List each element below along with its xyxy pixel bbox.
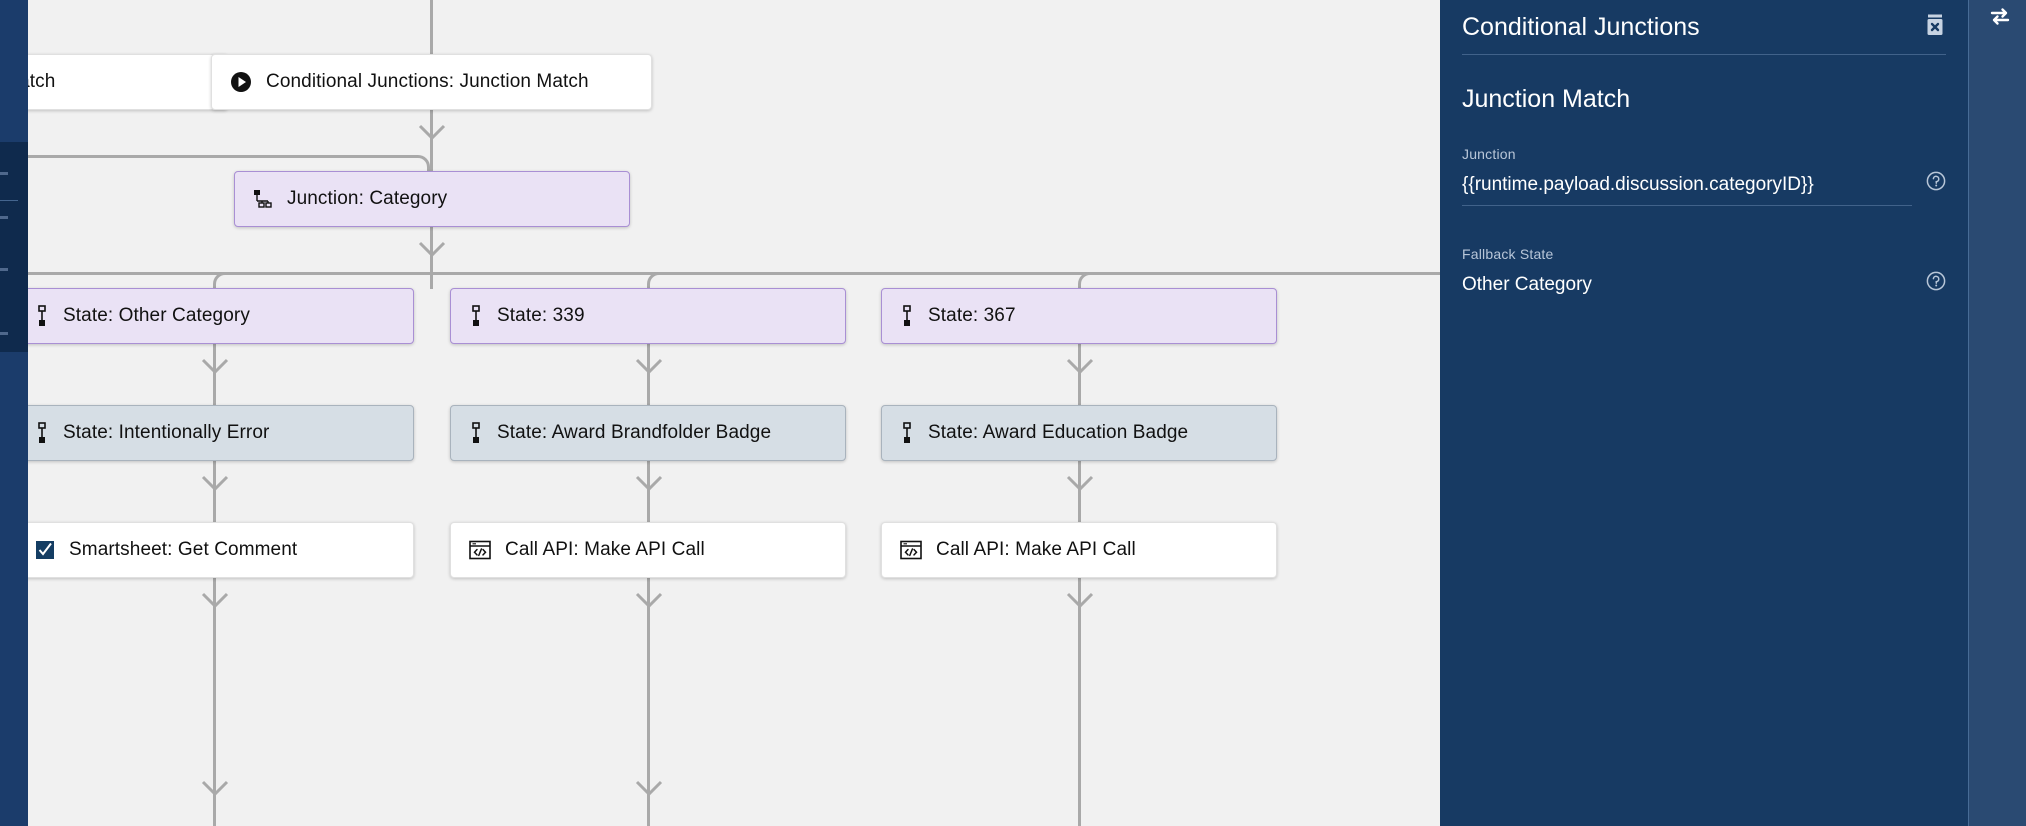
node-state-339[interactable]: State: 339 — [450, 288, 846, 344]
smartsheet-icon — [35, 540, 55, 560]
connector-trunk-top — [430, 0, 433, 54]
left-rail-item-4[interactable] — [0, 332, 8, 335]
connector-c3-r3-down — [1078, 578, 1081, 826]
left-rail-item-2[interactable] — [0, 216, 8, 219]
node-label: Junction: Category — [287, 188, 448, 209]
arrow-down-icon — [201, 592, 229, 609]
node-state-367[interactable]: State: 367 — [881, 288, 1277, 344]
state-pin-icon — [469, 422, 483, 444]
node-label: Call API: Make API Call — [505, 539, 705, 560]
right-tool-strip — [1968, 0, 2026, 826]
left-rail-divider — [0, 200, 18, 201]
node-label: Call API: Make API Call — [936, 539, 1136, 560]
arrow-down-icon — [1066, 358, 1094, 375]
node-state-other-category[interactable]: State: Other Category — [28, 288, 414, 344]
left-rail-item-3[interactable] — [0, 268, 8, 271]
field-label: Fallback State — [1462, 246, 1554, 262]
call-api-icon — [469, 540, 491, 560]
node-conditional-junctions-junction-match[interactable]: Conditional Junctions: Junction Match — [211, 54, 652, 110]
node-clipped-junction-match[interactable]: ...ction Match — [28, 54, 228, 110]
panel-subtitle: Junction Match — [1462, 85, 1631, 113]
node-state-award-education-badge[interactable]: State: Award Education Badge — [881, 405, 1277, 461]
properties-panel: Conditional Junctions Junction Match Jun… — [1440, 0, 1968, 826]
junction-icon — [253, 189, 273, 209]
node-call-api-make-api-call-2[interactable]: Call API: Make API Call — [881, 522, 1277, 578]
help-circle-icon[interactable] — [1926, 171, 1946, 196]
trash-delete-icon[interactable] — [1924, 13, 1946, 42]
arrow-down-icon — [635, 358, 663, 375]
node-state-intentionally-error[interactable]: State: Intentionally Error — [28, 405, 414, 461]
junction-input[interactable]: {{runtime.payload.discussion.categoryID}… — [1462, 174, 1912, 206]
node-smartsheet-get-comment[interactable]: Smartsheet: Get Comment — [28, 522, 414, 578]
panel-title: Conditional Junctions — [1462, 12, 1700, 41]
node-label: Conditional Junctions: Junction Match — [266, 71, 589, 92]
arrow-down-icon — [201, 358, 229, 375]
panel-header-divider — [1462, 54, 1946, 55]
field-junction: Junction {{runtime.payload.discussion.ca… — [1462, 146, 1946, 206]
arrow-down-icon — [201, 780, 229, 797]
call-api-icon — [900, 540, 922, 560]
node-label: State: 339 — [497, 305, 585, 326]
arrow-down-icon — [1066, 475, 1094, 492]
node-label: ...ction Match — [28, 71, 56, 92]
connector-distribution-bus — [28, 272, 1440, 275]
field-label: Junction — [1462, 146, 1516, 162]
node-state-award-brandfolder-badge[interactable]: State: Award Brandfolder Badge — [450, 405, 846, 461]
arrow-down-icon — [635, 780, 663, 797]
arrow-down-icon — [1066, 592, 1094, 609]
fallback-state-value[interactable]: Other Category — [1462, 274, 1912, 306]
node-label: State: Intentionally Error — [63, 422, 270, 443]
arrow-down-icon — [635, 592, 663, 609]
help-circle-icon[interactable] — [1926, 271, 1946, 296]
state-pin-icon — [35, 305, 49, 327]
properties-panel-header: Conditional Junctions — [1462, 0, 1946, 54]
arrow-down-icon — [418, 124, 446, 141]
arrow-down-icon — [418, 241, 446, 258]
arrow-down-icon — [635, 475, 663, 492]
node-call-api-make-api-call-1[interactable]: Call API: Make API Call — [450, 522, 846, 578]
left-rail-item-1[interactable] — [0, 172, 8, 175]
workflow-canvas[interactable]: ...ction Match Conditional Junctions: Ju… — [28, 0, 1440, 826]
swap-arrows-icon[interactable] — [1987, 4, 2013, 35]
state-pin-icon — [900, 422, 914, 444]
state-pin-icon — [469, 305, 483, 327]
left-rail — [0, 0, 28, 826]
state-pin-icon — [900, 305, 914, 327]
field-fallback-state: Fallback State Other Category — [1462, 246, 1946, 306]
node-label: Smartsheet: Get Comment — [69, 539, 298, 560]
right-strip-divider — [1968, 0, 1969, 826]
arrow-down-icon — [201, 475, 229, 492]
node-label: State: Award Education Badge — [928, 422, 1189, 443]
connector-left-bus — [28, 155, 406, 158]
play-icon — [230, 71, 252, 93]
node-junction-category[interactable]: Junction: Category — [234, 171, 630, 227]
state-pin-icon — [35, 422, 49, 444]
node-label: State: 367 — [928, 305, 1016, 326]
node-label: State: Award Brandfolder Badge — [497, 422, 772, 443]
node-label: State: Other Category — [63, 305, 250, 326]
